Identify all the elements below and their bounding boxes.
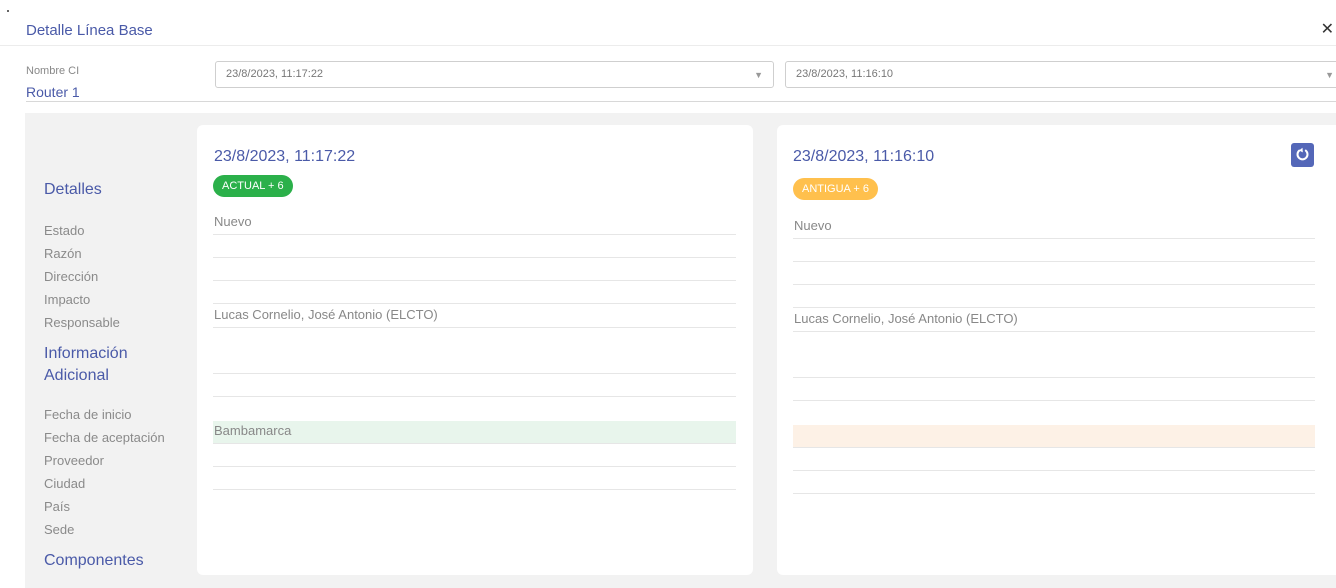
components-heading: Componentes [44, 552, 144, 569]
current-value-responsable: Lucas Cornelio, José Antonio (ELCTO) [214, 307, 438, 322]
current-row-estado: Nuevo [213, 212, 736, 235]
refresh-button[interactable] [1291, 143, 1314, 167]
current-version-date: 23/8/2023, 11:17:22 [214, 148, 356, 165]
chevron-down-icon: ▼ [1325, 70, 1334, 80]
close-icon[interactable]: ✕ [1321, 22, 1334, 38]
current-row-sede [213, 467, 736, 490]
previous-row-razon [793, 239, 1315, 262]
previous-row-pais [793, 448, 1315, 471]
field-label-sede: Sede [44, 522, 75, 537]
previous-row-direccion [793, 262, 1315, 285]
version-select-current-value: 23/8/2023, 11:17:22 [226, 68, 324, 80]
chevron-down-icon: ▼ [754, 70, 763, 80]
version-select-current[interactable]: 23/8/2023, 11:17:22 ▼ [215, 61, 774, 88]
previous-value-responsable: Lucas Cornelio, José Antonio (ELCTO) [794, 311, 1018, 326]
version-select-previous-value: 23/8/2023, 11:16:10 [796, 68, 894, 80]
previous-row-fecha-inicio [793, 355, 1315, 378]
ci-name-value: Router 1 [26, 84, 80, 100]
field-label-fecha-aceptacion: Fecha de aceptación [44, 430, 165, 445]
ci-name-label: Nombre CI [26, 65, 80, 77]
current-row-responsable: Lucas Cornelio, José Antonio (ELCTO) [213, 305, 736, 328]
field-label-estado: Estado [44, 223, 85, 238]
details-heading: Detalles [44, 181, 102, 198]
additional-info-heading-line1: Información [44, 345, 128, 362]
field-label-direccion: Dirección [44, 269, 99, 284]
current-row-fecha-inicio [213, 351, 736, 374]
current-value-ciudad: Bambamarca [214, 423, 292, 438]
field-label-responsable: Responsable [44, 315, 120, 330]
previous-row-responsable: Lucas Cornelio, José Antonio (ELCTO) [793, 309, 1315, 332]
current-row-direccion [213, 258, 736, 281]
field-label-pais: País [44, 499, 71, 514]
previous-row-sede [793, 471, 1315, 494]
modal-title: Detalle Línea Base [26, 22, 153, 39]
field-label-impacto: Impacto [44, 292, 91, 307]
current-row-pais [213, 444, 736, 467]
modal-header: Detalle Línea Base ✕ [0, 0, 1336, 46]
version-select-previous[interactable]: 23/8/2023, 11:16:10 ▼ [785, 61, 1336, 88]
previous-row-estado: Nuevo [793, 216, 1315, 239]
previous-version-date: 23/8/2023, 11:16:10 [793, 148, 935, 165]
current-row-fecha-aceptacion [213, 374, 736, 397]
current-row-ciudad: Bambamarca [213, 421, 736, 444]
previous-row-impacto [793, 285, 1315, 308]
current-row-impacto [213, 281, 736, 304]
previous-row-ciudad [793, 425, 1315, 448]
additional-info-heading-line2: Adicional [44, 367, 109, 384]
field-label-ciudad: Ciudad [44, 476, 86, 491]
current-row-razon [213, 235, 736, 258]
field-label-proveedor: Proveedor [44, 453, 104, 468]
refresh-icon [1296, 147, 1309, 161]
previous-row-fecha-aceptacion [793, 378, 1315, 401]
previous-value-estado: Nuevo [794, 218, 832, 233]
current-value-estado: Nuevo [214, 214, 252, 229]
field-label-razon: Razón [44, 246, 82, 261]
current-version-badge: ACTUAL + 6 [213, 175, 293, 197]
previous-version-badge: ANTIGUA + 6 [793, 178, 878, 200]
field-label-fecha-inicio: Fecha de inicio [44, 407, 132, 422]
ci-divider [26, 101, 1336, 102]
